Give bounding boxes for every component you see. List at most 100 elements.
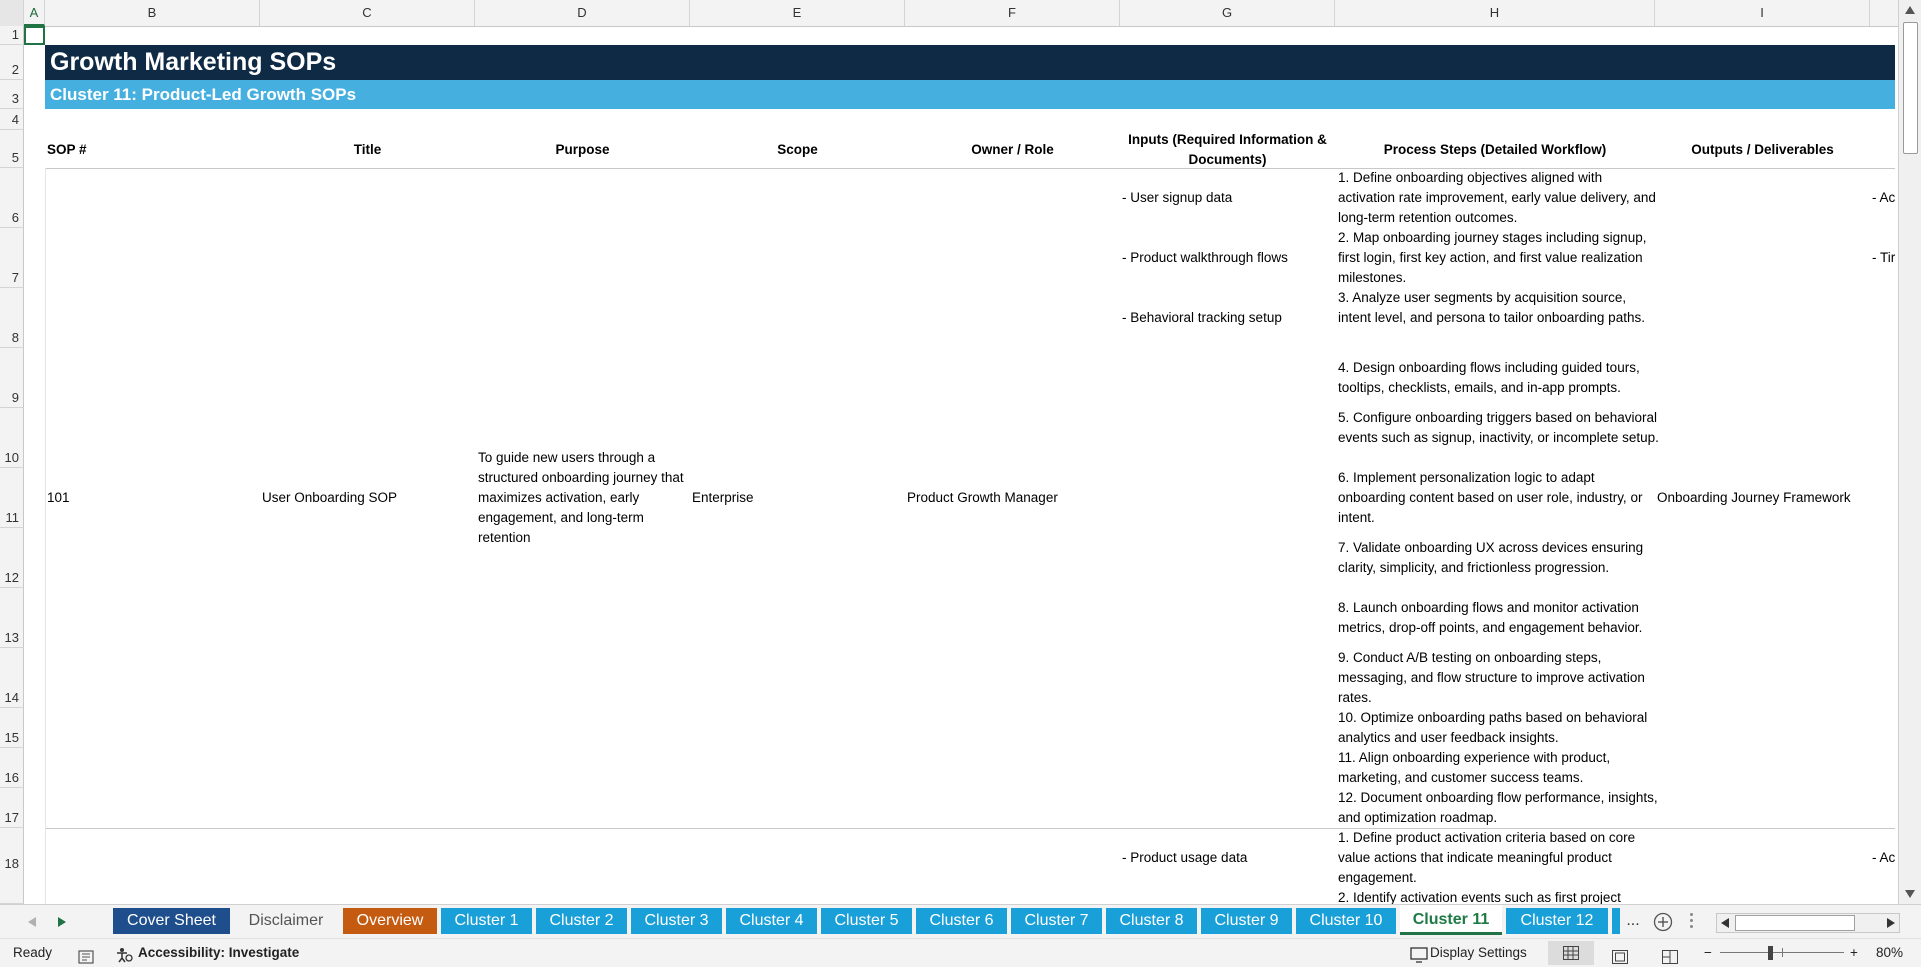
macro-recording-icon[interactable] (78, 946, 94, 964)
cell-scope[interactable]: Enterprise (692, 488, 754, 508)
tab-partial[interactable] (1612, 908, 1620, 934)
tab-cluster-9[interactable]: Cluster 9 (1201, 908, 1292, 934)
row-header-8[interactable]: 8 (0, 288, 24, 348)
tab-cluster-1[interactable]: Cluster 1 (441, 908, 532, 934)
tab-more-button[interactable]: ... (1622, 908, 1644, 934)
row-header-15[interactable]: 15 (0, 708, 24, 748)
cell-input-tracking[interactable]: - Behavioral tracking setup (1122, 308, 1282, 328)
tab-cluster-11[interactable]: Cluster 11 (1400, 905, 1502, 935)
triangle-left-icon[interactable] (28, 917, 36, 927)
tab-cluster-12[interactable]: Cluster 12 (1506, 908, 1608, 934)
row-header-10[interactable]: 10 (0, 408, 24, 468)
accessibility-icon[interactable] (115, 945, 133, 963)
cell-purpose[interactable]: To guide new users through a structured … (478, 448, 688, 548)
column-header-e[interactable]: E (690, 0, 905, 26)
cell-step2-1[interactable]: 1. Define product activation criteria ba… (1338, 828, 1660, 888)
row-header-6[interactable]: 6 (0, 168, 24, 228)
tab-cluster-3[interactable]: Cluster 3 (631, 908, 722, 934)
cell-step-5[interactable]: 5. Configure onboarding triggers based o… (1338, 408, 1660, 448)
row-header-11[interactable]: 11 (0, 468, 24, 528)
zoom-in-button[interactable]: + (1850, 939, 1858, 967)
zoom-slider-thumb[interactable] (1768, 946, 1773, 960)
cell-step-4[interactable]: 4. Design onboarding flows including gui… (1338, 358, 1660, 398)
column-header-i[interactable]: I (1655, 0, 1870, 26)
plus-circle-icon[interactable] (1653, 912, 1673, 932)
tab-cluster-8[interactable]: Cluster 8 (1106, 908, 1197, 934)
zoom-level[interactable]: 80% (1876, 939, 1903, 967)
column-header-a[interactable]: A (24, 0, 45, 26)
cell-step-2[interactable]: 2. Map onboarding journey stages includi… (1338, 228, 1660, 288)
triangle-right-icon[interactable] (58, 917, 66, 927)
row-header-12[interactable]: 12 (0, 528, 24, 588)
row-header-4[interactable]: 4 (0, 109, 24, 130)
scroll-right-icon[interactable] (1887, 918, 1895, 928)
horizontal-scroll-thumb[interactable] (1735, 915, 1855, 931)
status-display-settings[interactable]: Display Settings (1430, 939, 1527, 967)
select-all-corner[interactable] (0, 0, 24, 26)
cell-step-10[interactable]: 10. Optimize onboarding paths based on b… (1338, 708, 1660, 748)
cell-step-7[interactable]: 7. Validate onboarding UX across devices… (1338, 538, 1660, 578)
row-header-17[interactable]: 17 (0, 788, 24, 828)
cell-owner[interactable]: Product Growth Manager (907, 488, 1058, 508)
scroll-down-icon[interactable] (1905, 890, 1915, 898)
tab-cluster-10[interactable]: Cluster 10 (1296, 908, 1396, 934)
tab-disclaimer[interactable]: Disclaimer (233, 908, 339, 934)
cell-input-signup[interactable]: - User signup data (1122, 188, 1232, 208)
row-header-5[interactable]: 5 (0, 130, 24, 168)
row-header-9[interactable]: 9 (0, 348, 24, 408)
header-purpose: Purpose (555, 142, 610, 157)
cell-step-11[interactable]: 11. Align onboarding experience with pro… (1338, 748, 1660, 788)
tab-cover-sheet[interactable]: Cover Sheet (113, 908, 230, 934)
column-header-h[interactable]: H (1335, 0, 1655, 26)
cell-step-1[interactable]: 1. Define onboarding objectives aligned … (1338, 168, 1660, 228)
row-header-18[interactable]: 18 (0, 828, 24, 904)
column-header-f[interactable]: F (905, 0, 1120, 26)
tab-cluster-2[interactable]: Cluster 2 (536, 908, 627, 934)
page-break-preview-icon[interactable] (1662, 946, 1678, 964)
row-header-7[interactable]: 7 (0, 228, 24, 288)
tab-splitter-dots[interactable] (1690, 913, 1693, 931)
row-header-2[interactable]: 2 (0, 45, 24, 80)
cell-next-col-2[interactable]: - Tir (1872, 248, 1895, 268)
display-settings-icon[interactable] (1410, 945, 1428, 963)
column-header-d[interactable]: D (475, 0, 690, 26)
cell-title[interactable]: User Onboarding SOP (262, 488, 397, 508)
page-layout-icon[interactable] (1612, 946, 1628, 964)
cell-step-12[interactable]: 12. Document onboarding flow performance… (1338, 788, 1660, 828)
column-header-b[interactable]: B (45, 0, 260, 26)
horizontal-scrollbar[interactable] (1716, 913, 1900, 933)
vertical-scroll-thumb[interactable] (1903, 22, 1918, 154)
tab-overview[interactable]: Overview (343, 908, 437, 934)
row-header-16[interactable]: 16 (0, 748, 24, 788)
tab-cluster-6[interactable]: Cluster 6 (916, 908, 1007, 934)
header-owner: Owner / Role (971, 142, 1054, 157)
cell-input-walkthrough[interactable]: - Product walkthrough flows (1122, 248, 1288, 268)
status-accessibility[interactable]: Accessibility: Investigate (138, 939, 299, 967)
cell-sop-number[interactable]: 101 (47, 488, 70, 508)
cell-step-9[interactable]: 9. Conduct A/B testing on onboarding ste… (1338, 648, 1660, 708)
tab-cluster-7[interactable]: Cluster 7 (1011, 908, 1102, 934)
cell-step2-2[interactable]: 2. Identify activation events such as fi… (1338, 888, 1660, 904)
cell-step-8[interactable]: 8. Launch onboarding flows and monitor a… (1338, 598, 1660, 638)
vertical-scrollbar[interactable] (1898, 0, 1921, 904)
column-header-g[interactable]: G (1120, 0, 1335, 26)
scroll-left-icon[interactable] (1721, 918, 1729, 928)
scroll-up-icon[interactable] (1905, 6, 1915, 14)
cell-step-3[interactable]: 3. Analyze user segments by acquisition … (1338, 288, 1660, 328)
row-header-3[interactable]: 3 (0, 80, 24, 109)
cell-output[interactable]: Onboarding Journey Framework (1657, 488, 1851, 508)
normal-view-button[interactable] (1548, 941, 1594, 965)
cell-input-usage[interactable]: - Product usage data (1122, 848, 1247, 868)
row-header-13[interactable]: 13 (0, 588, 24, 648)
tab-cluster-5[interactable]: Cluster 5 (821, 908, 912, 934)
zoom-out-button[interactable]: − (1704, 939, 1712, 967)
cell-step-6[interactable]: 6. Implement personalization logic to ad… (1338, 468, 1660, 528)
cell-next-col-1[interactable]: - Ac (1872, 188, 1895, 208)
active-cell-a1[interactable] (24, 26, 45, 45)
tab-cluster-4[interactable]: Cluster 4 (726, 908, 817, 934)
row-header-1[interactable]: 1 (0, 26, 24, 45)
cell-next-col-3[interactable]: - Ac (1872, 848, 1895, 868)
column-header-c[interactable]: C (260, 0, 475, 26)
worksheet-grid[interactable]: A B C D E F G H I 1 2 3 4 5 6 7 8 9 10 1… (0, 0, 1899, 904)
row-header-14[interactable]: 14 (0, 648, 24, 708)
